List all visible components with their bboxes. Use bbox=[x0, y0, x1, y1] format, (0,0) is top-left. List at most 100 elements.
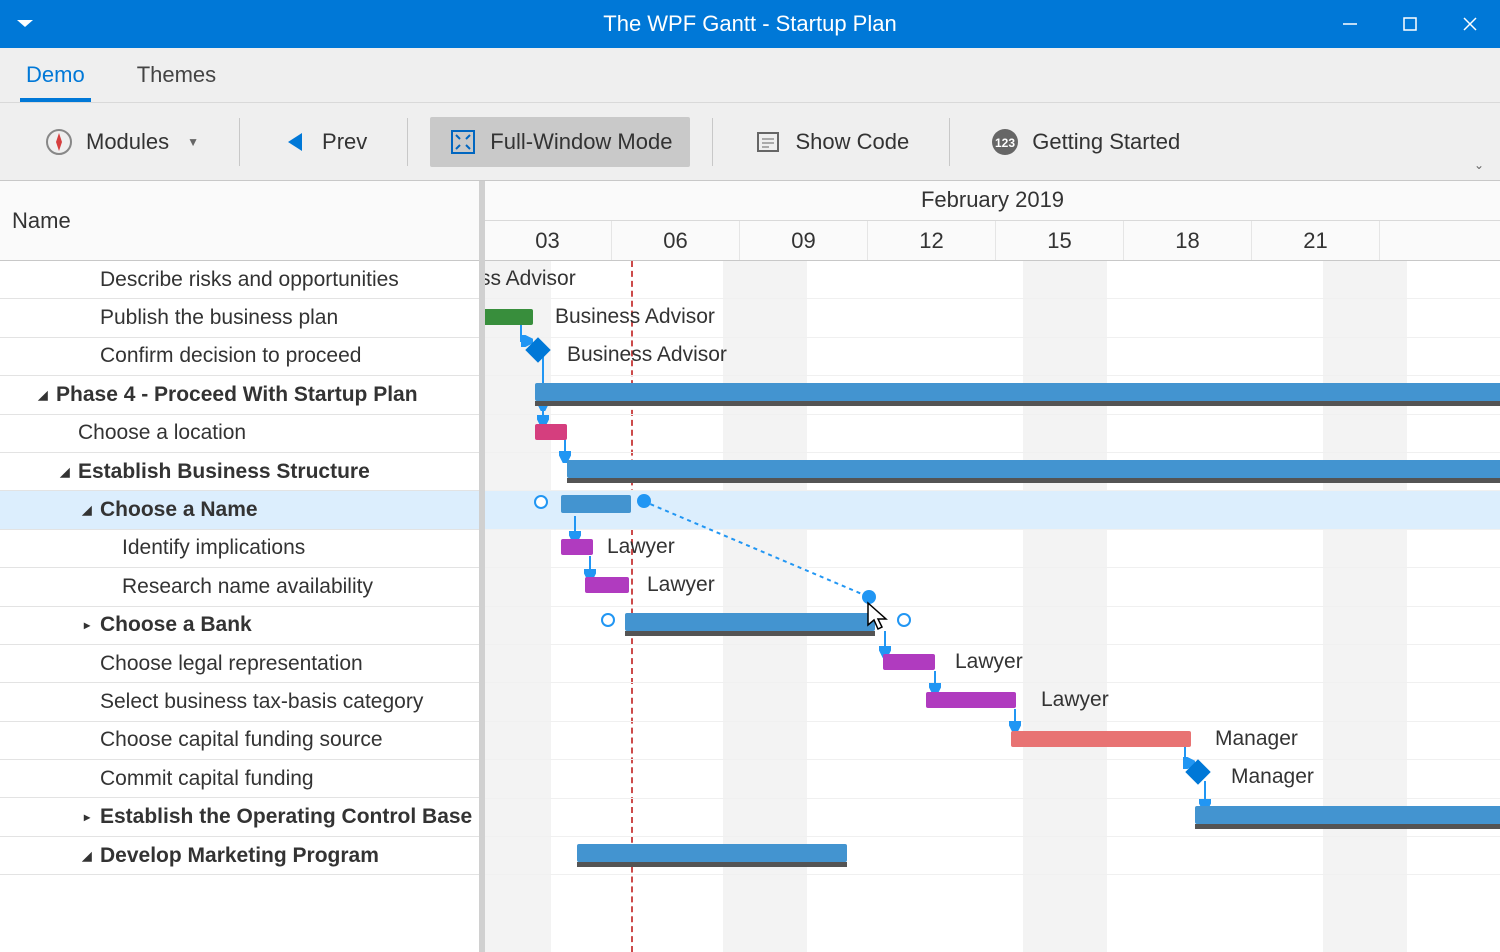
task-row[interactable]: Research name availability bbox=[0, 568, 479, 606]
task-label: Phase 4 - Proceed With Startup Plan bbox=[56, 383, 418, 407]
title-bar: The WPF Gantt - Startup Plan bbox=[0, 0, 1500, 48]
connector-start-handle[interactable] bbox=[601, 613, 615, 627]
task-bar[interactable] bbox=[561, 539, 593, 555]
task-row[interactable]: ▸Choose a Bank bbox=[0, 607, 479, 645]
getting-started-button[interactable]: 123 Getting Started bbox=[972, 117, 1198, 167]
task-assignee: Business Advisor bbox=[567, 343, 727, 367]
task-grid: Name Describe risks and opportunities Pub… bbox=[0, 181, 485, 952]
prev-label: Prev bbox=[322, 129, 367, 155]
task-assignee: Lawyer bbox=[647, 573, 715, 597]
task-row[interactable]: ◢ Phase 4 - Proceed With Startup Plan bbox=[0, 376, 479, 414]
svg-text:123: 123 bbox=[995, 136, 1015, 150]
task-label: Select business tax-basis category bbox=[100, 690, 423, 714]
task-assignee: Lawyer bbox=[1041, 688, 1109, 712]
task-row[interactable]: Choose legal representation bbox=[0, 645, 479, 683]
code-icon bbox=[753, 127, 783, 157]
overflow-chevron-icon[interactable]: ⌄ bbox=[1474, 158, 1484, 172]
task-row[interactable]: Select business tax-basis category bbox=[0, 683, 479, 721]
show-code-label: Show Code bbox=[795, 129, 909, 155]
maximize-button[interactable] bbox=[1380, 0, 1440, 48]
task-bar[interactable] bbox=[1011, 731, 1191, 747]
task-row[interactable]: Describe risks and opportunities bbox=[0, 261, 479, 299]
task-row[interactable]: Choose capital funding source bbox=[0, 722, 479, 760]
task-bar[interactable] bbox=[926, 692, 1016, 708]
summary-bar[interactable] bbox=[535, 383, 1500, 401]
baseline-bar bbox=[535, 401, 1500, 406]
drag-source-handle[interactable] bbox=[637, 494, 651, 508]
task-row[interactable]: Choose a location bbox=[0, 415, 479, 453]
task-bar[interactable] bbox=[485, 309, 533, 325]
drag-target-handle[interactable] bbox=[862, 590, 876, 604]
task-label: Describe risks and opportunities bbox=[100, 268, 399, 292]
app-menu-dropdown[interactable] bbox=[0, 16, 50, 32]
task-assignee: Lawyer bbox=[607, 535, 675, 559]
chart-row bbox=[485, 415, 1500, 453]
compass-icon bbox=[44, 127, 74, 157]
modules-button[interactable]: Modules ▼ bbox=[26, 117, 217, 167]
modules-label: Modules bbox=[86, 129, 169, 155]
summary-bar[interactable] bbox=[625, 613, 875, 631]
task-row[interactable]: Identify implications bbox=[0, 530, 479, 568]
tab-demo[interactable]: Demo bbox=[20, 50, 91, 102]
task-assignee: Business Advisor bbox=[555, 305, 715, 329]
task-label: Commit capital funding bbox=[100, 767, 314, 791]
baseline-bar bbox=[567, 478, 1500, 483]
full-window-button[interactable]: Full-Window Mode bbox=[430, 117, 690, 167]
summary-bar[interactable] bbox=[567, 460, 1500, 478]
prev-button[interactable]: Prev bbox=[262, 117, 385, 167]
expander-icon[interactable]: ▸ bbox=[80, 810, 94, 824]
task-label: Choose legal representation bbox=[100, 652, 363, 676]
task-row[interactable]: ◢ Establish Business Structure bbox=[0, 453, 479, 491]
date-cell: 18 bbox=[1124, 221, 1252, 260]
baseline-bar bbox=[577, 862, 847, 867]
expander-icon[interactable]: ◢ bbox=[36, 388, 50, 402]
expander-icon[interactable]: ◢ bbox=[80, 849, 94, 863]
expander-icon[interactable]: ▸ bbox=[80, 618, 94, 632]
task-row[interactable]: ◢ Choose a Name bbox=[0, 491, 479, 529]
task-label: Choose a Name bbox=[100, 498, 258, 522]
task-bar[interactable] bbox=[535, 424, 567, 440]
close-button[interactable] bbox=[1440, 0, 1500, 48]
fullscreen-icon bbox=[448, 127, 478, 157]
task-row[interactable]: Commit capital funding bbox=[0, 760, 479, 798]
triangle-left-icon bbox=[280, 127, 310, 157]
column-header-name[interactable]: Name bbox=[0, 181, 479, 261]
summary-bar[interactable] bbox=[561, 495, 631, 513]
getting-started-label: Getting Started bbox=[1032, 129, 1180, 155]
baseline-bar bbox=[1195, 824, 1500, 829]
toolbar: Modules ▼ Prev Full-Window Mode Show Cod… bbox=[0, 103, 1500, 181]
timeline-month: February 2019 bbox=[485, 181, 1500, 219]
task-label: Establish Business Structure bbox=[78, 460, 370, 484]
chart-row bbox=[485, 760, 1500, 798]
task-row[interactable]: ▸Establish the Operating Control Base bbox=[0, 798, 479, 836]
connector-start-handle[interactable] bbox=[534, 495, 548, 509]
tab-themes[interactable]: Themes bbox=[131, 50, 222, 102]
task-label: Publish the business plan bbox=[100, 306, 338, 330]
chart-row bbox=[485, 722, 1500, 760]
tab-strip: Demo Themes bbox=[0, 48, 1500, 103]
connector-end-handle[interactable] bbox=[897, 613, 911, 627]
summary-bar[interactable] bbox=[577, 844, 847, 862]
task-row[interactable]: Confirm decision to proceed bbox=[0, 338, 479, 376]
expander-icon[interactable]: ◢ bbox=[58, 465, 72, 479]
chart-body[interactable]: ss Advisor Business Advisor Business Adv… bbox=[485, 261, 1500, 952]
task-bar[interactable] bbox=[585, 577, 629, 593]
date-cell: 15 bbox=[996, 221, 1124, 260]
minimize-button[interactable] bbox=[1320, 0, 1380, 48]
show-code-button[interactable]: Show Code bbox=[735, 117, 927, 167]
task-label: Choose capital funding source bbox=[100, 728, 383, 752]
task-label: Research name availability bbox=[122, 575, 373, 599]
task-assignee: ss Advisor bbox=[485, 267, 576, 291]
task-bar[interactable] bbox=[883, 654, 935, 670]
task-row[interactable]: ◢Develop Marketing Program bbox=[0, 837, 479, 875]
task-row[interactable]: Publish the business plan bbox=[0, 299, 479, 337]
date-cell: 09 bbox=[740, 221, 868, 260]
summary-bar[interactable] bbox=[1195, 806, 1500, 824]
getting-started-icon: 123 bbox=[990, 127, 1020, 157]
expander-icon[interactable]: ◢ bbox=[80, 503, 94, 517]
chevron-down-icon: ▼ bbox=[187, 135, 199, 149]
gantt-chart[interactable]: February 2019 03060912151821 bbox=[485, 181, 1500, 952]
full-window-label: Full-Window Mode bbox=[490, 129, 672, 155]
task-assignee: Manager bbox=[1231, 765, 1314, 789]
task-assignee: Manager bbox=[1215, 727, 1298, 751]
